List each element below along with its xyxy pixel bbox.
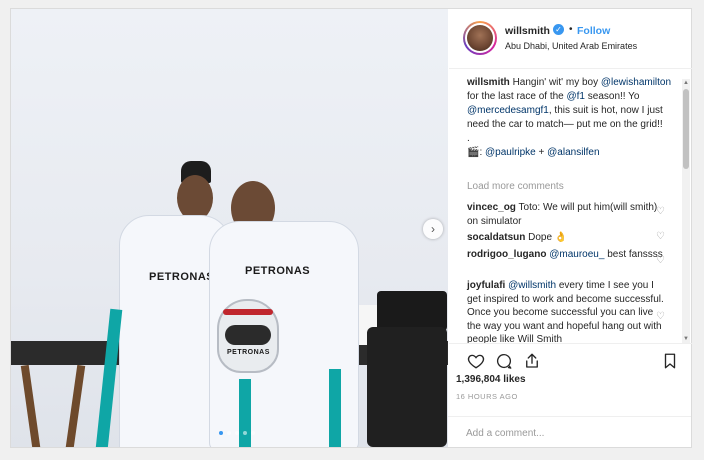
sponsor-logo: PETRONAS xyxy=(227,349,270,356)
comment-text: best fanssss xyxy=(604,249,663,260)
carousel-dot xyxy=(227,431,231,435)
like-comment-icon[interactable]: ♡ xyxy=(656,312,666,322)
helmet-stripe xyxy=(223,309,273,315)
chevron-right-icon[interactable]: › xyxy=(423,219,443,239)
caption-text: Hangin' wit' my boy xyxy=(509,77,601,88)
caption-text: + xyxy=(535,147,548,158)
carousel-dot xyxy=(219,431,223,435)
action-bar xyxy=(449,343,692,375)
mention-link[interactable]: @alansilfen xyxy=(547,147,599,158)
comment-icon[interactable] xyxy=(495,352,513,370)
avatar-image xyxy=(467,25,493,51)
table-leg xyxy=(20,364,42,447)
caption-dot: . xyxy=(467,133,470,144)
equipment-case xyxy=(377,291,447,331)
caption-username[interactable]: willsmith xyxy=(467,77,510,88)
comment-item: rodrigoo_lugano @mauroeu_ best fanssss xyxy=(467,248,667,262)
comments-panel[interactable]: willsmith Hangin' wit' my boy @lewishami… xyxy=(449,69,692,343)
likes-count[interactable]: 1,396,804 likes xyxy=(456,374,526,385)
like-comment-icon[interactable]: ♡ xyxy=(656,232,666,242)
mention-link[interactable]: @mercedesamgf1 xyxy=(467,105,549,116)
caption-text: season!! Yo xyxy=(585,91,640,102)
mention-link[interactable]: @mauroeu_ xyxy=(549,249,604,260)
add-comment-input[interactable] xyxy=(466,425,666,441)
helmet-visor xyxy=(225,325,271,345)
post-header: willsmith ✓ • Follow Abu Dhabi, United A… xyxy=(449,9,692,69)
avatar-ring xyxy=(465,23,495,53)
comment-item: socaldatsun Dope 👌 xyxy=(467,231,667,245)
follow-button[interactable]: Follow xyxy=(577,25,610,37)
carousel-dot xyxy=(243,431,247,435)
sponsor-logo: PETRONAS xyxy=(149,271,215,283)
camera-icon: 🎬 xyxy=(467,147,480,158)
location-link[interactable]: Abu Dhabi, United Arab Emirates xyxy=(505,41,637,51)
mention-link[interactable]: @willsmith xyxy=(508,280,556,291)
username-link[interactable]: willsmith xyxy=(505,25,550,37)
like-comment-icon[interactable]: ♡ xyxy=(656,256,666,266)
mention-link[interactable]: @lewishamilton xyxy=(601,77,671,88)
comment-item: joyfulafi @willsmith every time I see yo… xyxy=(467,279,667,343)
comment-text: Dope 👌 xyxy=(525,232,568,243)
carousel-dots xyxy=(219,431,255,435)
equipment-case xyxy=(367,327,447,447)
racing-helmet: PETRONAS xyxy=(217,299,279,373)
sponsor-logo: PETRONAS xyxy=(245,265,311,277)
like-comment-icon[interactable]: ♡ xyxy=(656,207,666,217)
comment-username[interactable]: joyfulafi xyxy=(467,280,505,291)
suit-stripe xyxy=(239,379,251,447)
post-caption: willsmith Hangin' wit' my boy @lewishami… xyxy=(467,77,672,158)
mention-link[interactable]: @paulripke xyxy=(485,147,536,158)
add-comment-section xyxy=(448,416,691,446)
comment-username[interactable]: vincec_og xyxy=(467,202,516,213)
comment-username[interactable]: socaldatsun xyxy=(467,232,525,243)
comment-username[interactable]: rodrigoo_lugano xyxy=(467,249,546,260)
post-card: PETRONAS PETRONAS PETRONAS › willsmith ✓… xyxy=(10,8,692,448)
carousel-dot xyxy=(235,431,239,435)
avatar[interactable] xyxy=(463,21,497,55)
carousel-dot xyxy=(251,431,255,435)
heart-icon[interactable] xyxy=(467,352,485,370)
comment-item: vincec_og Toto: We will put him(will smi… xyxy=(467,201,667,228)
load-more-comments-button[interactable]: Load more comments xyxy=(467,181,564,192)
post-timestamp: 16 HOURS AGO xyxy=(456,392,518,401)
scrollbar[interactable]: ▲ ▼ xyxy=(682,79,690,343)
verified-badge-icon: ✓ xyxy=(553,24,564,35)
scroll-up-icon[interactable]: ▲ xyxy=(682,79,690,87)
caption-text: for the last race of the xyxy=(467,91,567,102)
table-leg xyxy=(64,364,86,447)
post-photo[interactable]: PETRONAS PETRONAS PETRONAS › xyxy=(11,9,448,447)
separator-dot: • xyxy=(569,24,573,35)
share-icon[interactable] xyxy=(523,352,541,370)
mention-link[interactable]: @f1 xyxy=(567,91,586,102)
bookmark-icon[interactable] xyxy=(661,352,679,370)
scroll-down-icon[interactable]: ▼ xyxy=(682,335,690,343)
scroll-thumb[interactable] xyxy=(683,89,689,169)
suit-stripe xyxy=(329,369,341,447)
